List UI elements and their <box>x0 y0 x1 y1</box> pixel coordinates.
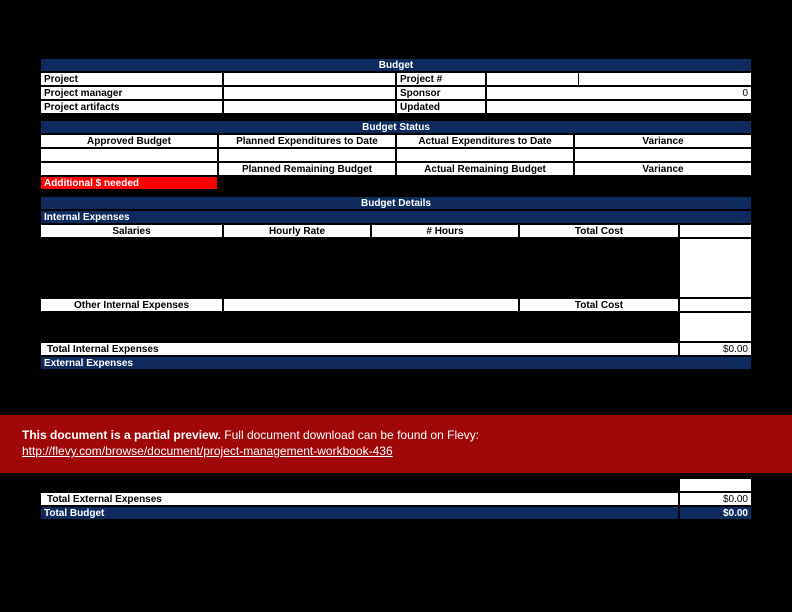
other-internal-hdr: Other Internal Expenses <box>40 298 223 312</box>
sal-tail <box>679 224 752 238</box>
actual-to-date-val <box>396 148 574 162</box>
status-black-fill <box>218 176 752 190</box>
internal-exp-header: Internal Expenses <box>40 210 752 224</box>
ext-black-tail <box>40 478 679 492</box>
planned-to-date-hdr: Planned Expenditures to Date <box>218 134 396 148</box>
updated-value <box>486 100 752 114</box>
total-internal-label: Total Internal Expenses <box>40 342 679 356</box>
pm-label: Project manager <box>40 86 223 100</box>
other-internal-mid <box>223 298 519 312</box>
banner-link[interactable]: http://flevy.com/browse/document/project… <box>22 444 393 458</box>
salary-rows-area <box>40 238 679 298</box>
planned-remaining-hdr: Planned Remaining Budget <box>218 162 396 176</box>
other-tail-col <box>679 312 752 342</box>
external-exp-header: External Expenses <box>40 356 752 370</box>
variance-hdr-2: Variance <box>574 162 752 176</box>
total-cost-hdr-1: Total Cost <box>519 224 679 238</box>
project-num-value <box>486 72 579 86</box>
sponsor-value: 0 <box>486 86 752 100</box>
total-internal-val: $0.00 <box>679 342 752 356</box>
variance-hdr-1: Variance <box>574 134 752 148</box>
approved-budget-hdr: Approved Budget <box>40 134 218 148</box>
preview-banner: This document is a partial preview. Full… <box>0 415 792 473</box>
details-header: Budget Details <box>40 196 752 210</box>
other-tail <box>679 298 752 312</box>
variance-val-1 <box>574 148 752 162</box>
total-cost-hdr-2: Total Cost <box>519 298 679 312</box>
project-num-label: Project # <box>396 72 486 86</box>
project-value <box>223 72 396 86</box>
pm-value <box>223 86 396 100</box>
additional-needed: Additional $ needed <box>40 176 218 190</box>
planned-to-date-val <box>218 148 396 162</box>
total-budget-val: $0.00 <box>679 506 752 520</box>
banner-bold: This document is a partial preview. <box>22 428 221 442</box>
approved-val <box>40 148 218 162</box>
total-external-label: Total External Expenses <box>40 492 679 506</box>
artifacts-value <box>223 100 396 114</box>
actual-to-date-hdr: Actual Expenditures to Date <box>396 134 574 148</box>
sponsor-label: Sponsor <box>396 86 486 100</box>
banner-rest: Full document download can be found on F… <box>221 428 479 442</box>
total-external-val: $0.00 <box>679 492 752 506</box>
status-blank-left <box>40 162 218 176</box>
title-bar: Budget <box>40 58 752 72</box>
status-header: Budget Status <box>40 120 752 134</box>
hours-hdr: # Hours <box>371 224 519 238</box>
total-budget-label: Total Budget <box>40 506 679 520</box>
actual-remaining-hdr: Actual Remaining Budget <box>396 162 574 176</box>
artifacts-label: Project artifacts <box>40 100 223 114</box>
project-label: Project <box>40 72 223 86</box>
other-rows-area <box>40 312 679 342</box>
salary-tail-col <box>679 238 752 298</box>
ext-white-tail <box>679 478 752 492</box>
project-num-value-ext <box>579 72 752 86</box>
salaries-hdr: Salaries <box>40 224 223 238</box>
updated-label: Updated <box>396 100 486 114</box>
hourly-rate-hdr: Hourly Rate <box>223 224 371 238</box>
